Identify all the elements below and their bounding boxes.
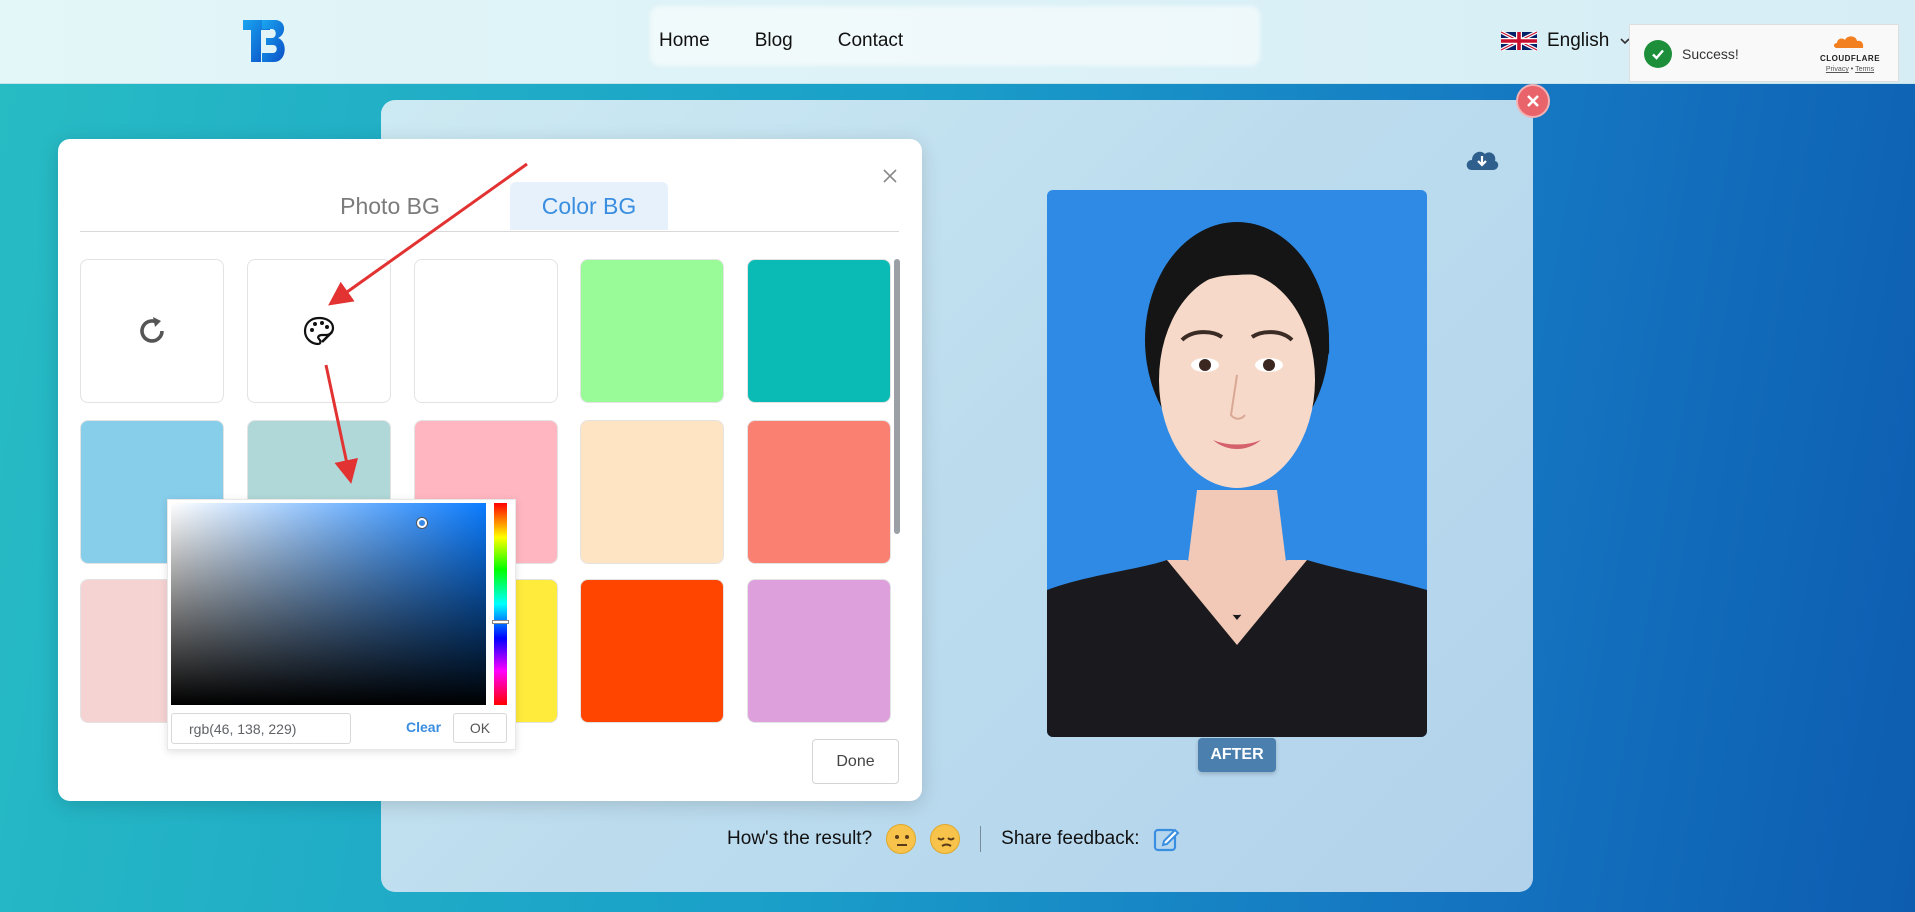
saturation-area[interactable] <box>171 503 486 705</box>
done-button[interactable]: Done <box>812 739 899 784</box>
language-selector[interactable]: English <box>1501 30 1631 52</box>
cloud-download-icon[interactable] <box>1464 146 1500 174</box>
modal-close-button[interactable] <box>883 163 897 189</box>
captcha-privacy-link[interactable]: Privacy <box>1826 66 1849 73</box>
nav-home[interactable]: Home <box>659 30 710 52</box>
captcha-status: Success! <box>1682 46 1739 62</box>
hue-slider-handle[interactable] <box>492 620 509 624</box>
check-icon <box>1644 40 1672 68</box>
nav-contact[interactable]: Contact <box>838 30 903 52</box>
feedback-divider <box>980 826 982 852</box>
swatch-color[interactable] <box>580 579 724 723</box>
sleepy-face-icon[interactable] <box>930 824 961 854</box>
cloudflare-brand: CLOUDFLARE Privacy • Terms <box>1814 35 1886 73</box>
cloud-icon <box>1834 36 1864 48</box>
close-icon <box>883 169 897 183</box>
tab-color-bg[interactable]: Color BG <box>510 182 668 230</box>
share-feedback-label: Share feedback: <box>1001 828 1140 849</box>
ok-button[interactable]: OK <box>453 713 507 743</box>
tabs-divider <box>80 231 899 232</box>
swatch-color[interactable] <box>414 259 558 403</box>
color-value-input[interactable] <box>171 713 351 744</box>
reset-color-button[interactable] <box>80 259 224 403</box>
main-nav: Home Blog Contact <box>659 30 903 52</box>
neutral-face-icon[interactable] <box>886 824 917 854</box>
uk-flag-icon <box>1501 31 1537 51</box>
swatch-color[interactable] <box>580 259 724 403</box>
nav-blog[interactable]: Blog <box>755 30 793 52</box>
edit-icon[interactable] <box>1152 825 1180 853</box>
after-badge: AFTER <box>1198 738 1276 772</box>
custom-color-button[interactable] <box>247 259 391 403</box>
captcha-link-separator: • <box>1850 66 1854 73</box>
site-header: Home Blog Contact English Success! CLOUD… <box>0 0 1915 84</box>
captcha-terms-link[interactable]: Terms <box>1855 66 1874 73</box>
swatch-color[interactable] <box>747 579 891 723</box>
close-result-button[interactable] <box>1516 84 1550 118</box>
captcha-widget: Success! CLOUDFLARE Privacy • Terms <box>1629 24 1899 82</box>
feedback-bar: How's the result? Share feedback: <box>727 824 1180 854</box>
language-label: English <box>1547 30 1610 51</box>
swatch-scrollbar[interactable] <box>894 259 900 534</box>
clear-button[interactable]: Clear <box>406 719 441 735</box>
refresh-icon <box>140 317 164 343</box>
saturation-handle[interactable] <box>417 518 427 528</box>
swatch-color[interactable] <box>747 259 891 403</box>
hue-slider[interactable] <box>494 503 507 705</box>
close-icon <box>1527 95 1539 107</box>
portrait-image <box>1047 222 1427 737</box>
tab-photo-bg[interactable]: Photo BG <box>320 182 460 230</box>
swatch-color[interactable] <box>580 420 724 564</box>
captcha-brand: CLOUDFLARE <box>1819 54 1881 63</box>
swatch-color[interactable] <box>747 420 891 564</box>
palette-icon <box>303 316 335 346</box>
brand-logo[interactable] <box>240 16 290 66</box>
feedback-question: How's the result? <box>727 828 873 849</box>
result-photo <box>1047 190 1427 737</box>
